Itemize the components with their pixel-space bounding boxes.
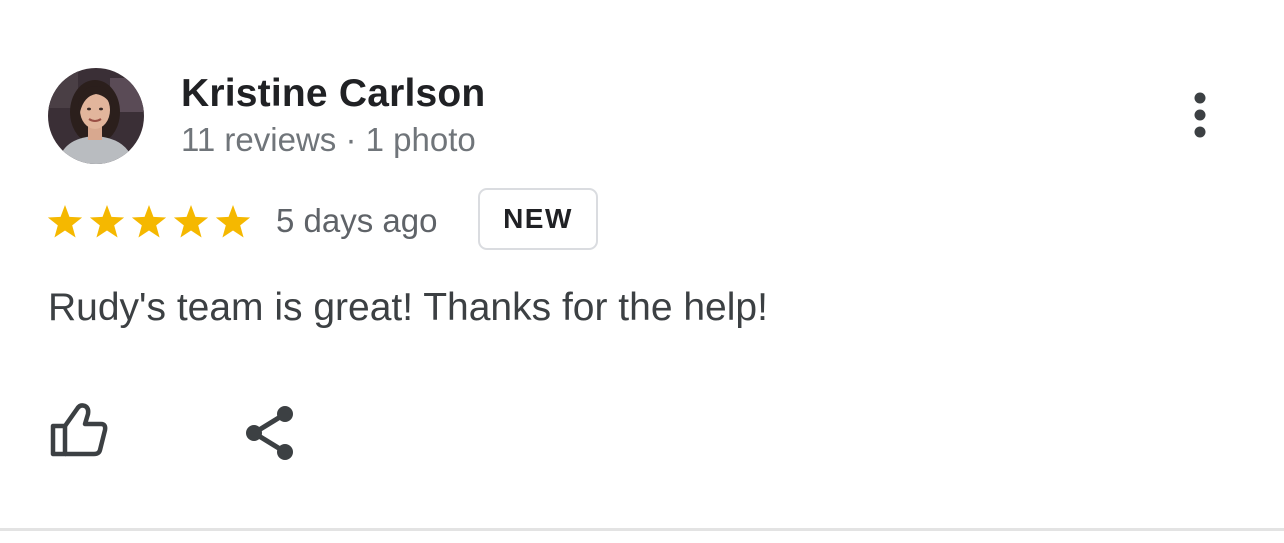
new-badge: NEW (478, 188, 598, 250)
star-icon (215, 205, 251, 238)
author-name[interactable]: Kristine Carlson (181, 72, 485, 116)
author-avatar[interactable] (48, 68, 144, 164)
star-rating (47, 202, 253, 242)
review-card: Kristine Carlson 11 reviews · 1 photo 5 … (0, 0, 1284, 543)
star-icon (173, 205, 209, 238)
review-date: 5 days ago (276, 202, 438, 239)
share-button[interactable] (240, 400, 302, 466)
author-meta: 11 reviews · 1 photo (181, 121, 476, 158)
share-icon (240, 400, 302, 466)
star-icon (89, 205, 125, 238)
star-icon (131, 205, 167, 238)
thumb-up-icon (44, 398, 114, 464)
divider (0, 528, 1284, 531)
star-icon (47, 205, 83, 238)
more-options-button[interactable] (1180, 88, 1220, 144)
like-button[interactable] (44, 398, 114, 464)
more-vert-icon (1180, 88, 1220, 144)
review-text: Rudy's team is great! Thanks for the hel… (48, 286, 768, 329)
